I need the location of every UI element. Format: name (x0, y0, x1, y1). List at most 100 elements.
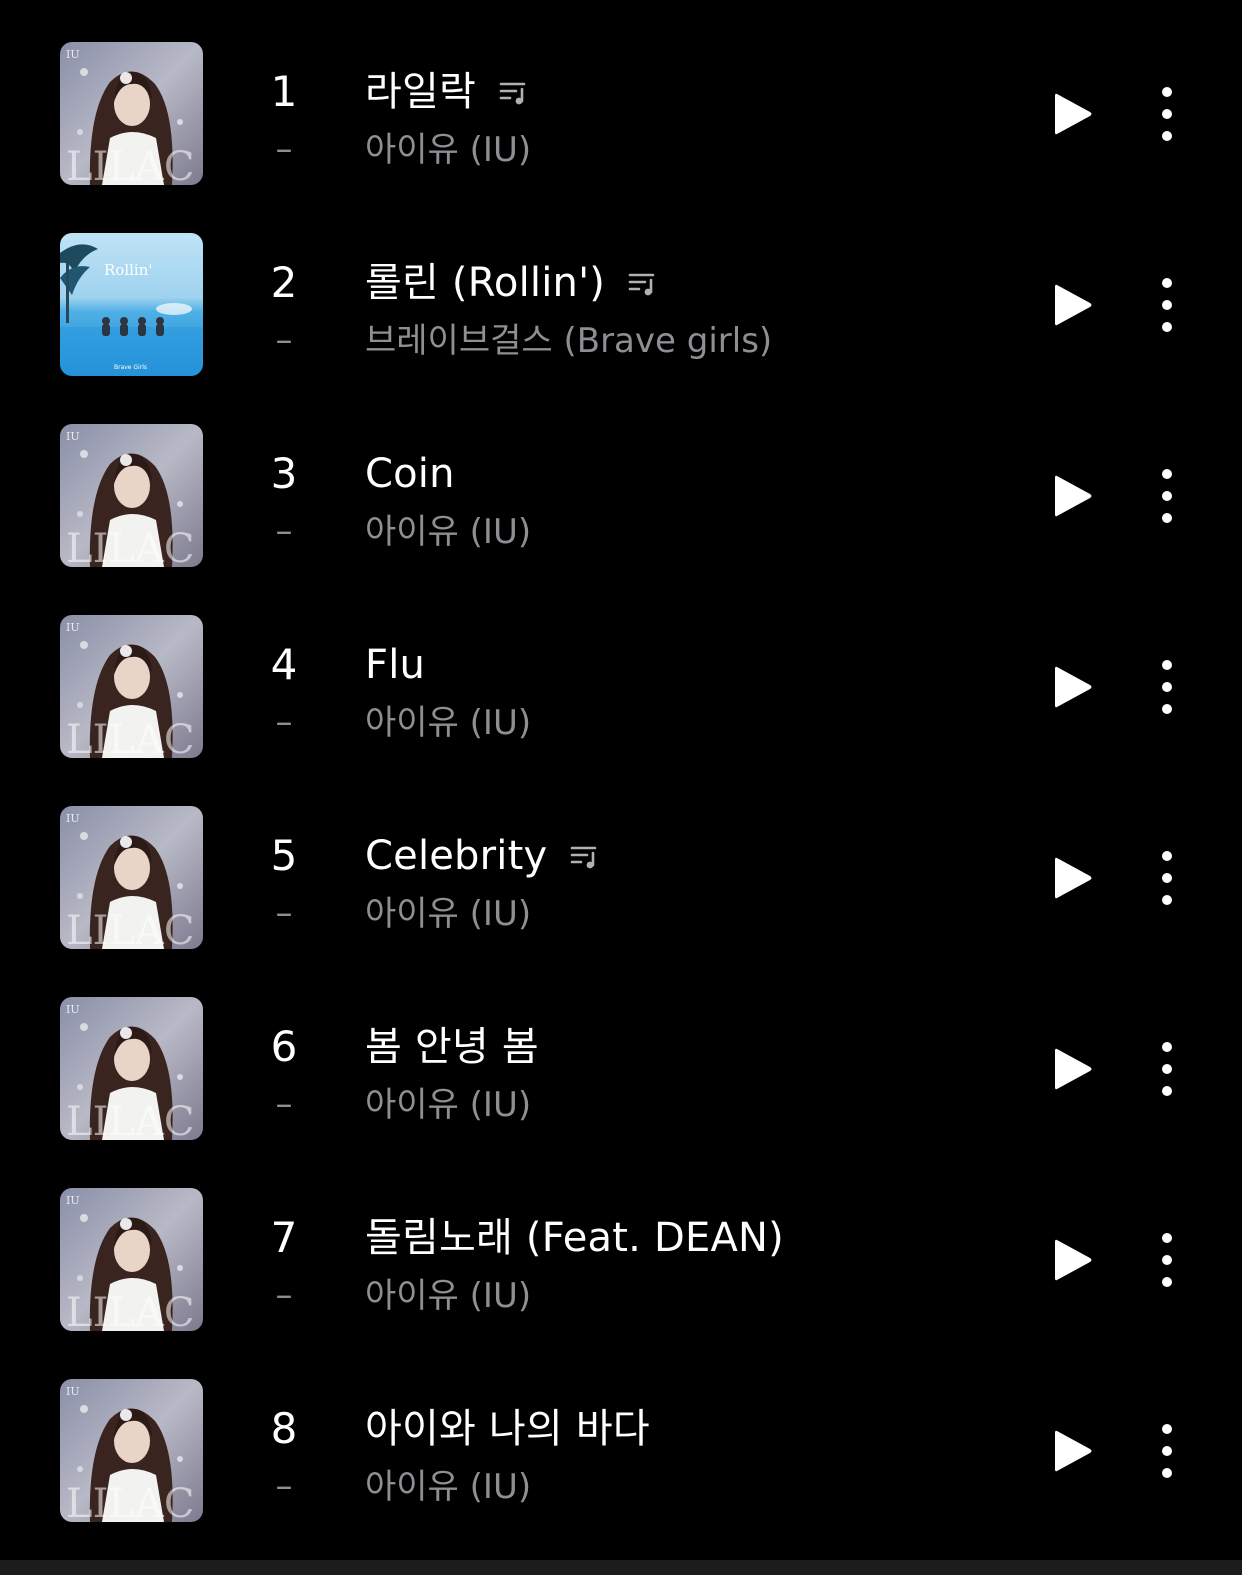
artist-name[interactable]: 아이유 (IU) (365, 892, 531, 936)
play-icon (1055, 1430, 1092, 1472)
play-icon (1055, 475, 1092, 517)
title-line: 라일락 (365, 66, 528, 118)
artist-name[interactable]: 아이유 (IU) (365, 128, 531, 172)
album-art-artist: IU (66, 621, 80, 634)
album-art-artist: IU (66, 1003, 80, 1016)
play-button[interactable] (1048, 472, 1096, 520)
lyrics-icon (627, 268, 657, 298)
artist-name[interactable]: 아이유 (IU) (365, 701, 531, 745)
more-options-button[interactable] (1150, 657, 1184, 717)
album-art-lilac[interactable]: LILAC IU (60, 1379, 203, 1522)
song-title: 라일락 (365, 69, 476, 115)
album-art-title: LILAC (66, 1290, 194, 1331)
song-title: 돌림노래 (Feat. DEAN) (365, 1215, 784, 1261)
rank-number: 2 (270, 258, 298, 307)
song-row[interactable]: LILAC IU 5 – Celebrity 아이유 (IU) (0, 806, 1242, 997)
play-button[interactable] (1048, 854, 1096, 902)
rank-number: 8 (270, 1404, 298, 1453)
song-title: Celebrity (365, 833, 548, 879)
album-art-lilac[interactable]: LILAC IU (60, 997, 203, 1140)
album-art-lilac[interactable]: LILAC IU (60, 42, 203, 185)
more-vertical-icon (1162, 1424, 1172, 1478)
rank-number: 3 (270, 449, 298, 498)
play-button[interactable] (1048, 1427, 1096, 1475)
play-icon (1055, 1048, 1092, 1090)
album-art-title: LILAC (66, 144, 194, 185)
album-art-artist: IU (66, 812, 80, 825)
title-line: 돌림노래 (Feat. DEAN) (365, 1212, 784, 1264)
song-row[interactable]: LILAC IU 7 – 돌림노래 (Feat. DEAN) 아이유 (IU) (0, 1188, 1242, 1379)
song-row[interactable]: Rollin' Brave Girls 2 – 롤린 (Rollin') 브레이브… (0, 233, 1242, 424)
rank-number: 6 (270, 1022, 298, 1071)
play-icon (1055, 666, 1092, 708)
album-art-rollin[interactable]: Rollin' Brave Girls (60, 233, 203, 376)
album-art-title: LILAC (66, 526, 194, 567)
more-vertical-icon (1162, 469, 1172, 523)
song-title: 봄 안녕 봄 (365, 1024, 539, 1070)
rank-change: – (275, 893, 293, 933)
song-row[interactable]: LILAC IU 3 – Coin 아이유 (IU) (0, 424, 1242, 615)
album-art-lilac[interactable]: LILAC IU (60, 424, 203, 567)
more-vertical-icon (1162, 851, 1172, 905)
rank-number: 7 (270, 1213, 298, 1262)
song-row[interactable]: LILAC IU 8 – 아이와 나의 바다 아이유 (IU) (0, 1379, 1242, 1570)
album-art-artist: IU (66, 48, 80, 61)
more-options-button[interactable] (1150, 1421, 1184, 1481)
title-line: Coin (365, 448, 455, 500)
album-art-title: LILAC (66, 717, 194, 758)
rank-change: – (275, 702, 293, 742)
song-row[interactable]: LILAC IU 6 – 봄 안녕 봄 아이유 (IU) (0, 997, 1242, 1188)
title-line: Flu (365, 639, 425, 691)
title-line: Celebrity (365, 830, 599, 882)
artist-name[interactable]: 아이유 (IU) (365, 1083, 531, 1127)
play-icon (1055, 1239, 1092, 1281)
more-vertical-icon (1162, 1233, 1172, 1287)
more-options-button[interactable] (1150, 84, 1184, 144)
artist-name[interactable]: 아이유 (IU) (365, 1465, 531, 1509)
song-title: 아이와 나의 바다 (365, 1406, 650, 1452)
rank-number: 1 (270, 67, 298, 116)
more-options-button[interactable] (1150, 848, 1184, 908)
play-icon (1055, 93, 1092, 135)
play-button[interactable] (1048, 90, 1096, 138)
more-options-button[interactable] (1150, 466, 1184, 526)
more-vertical-icon (1162, 660, 1172, 714)
song-title: 롤린 (Rollin') (365, 260, 606, 306)
rank-change: – (275, 511, 293, 551)
album-art-title: Rollin' (104, 261, 153, 279)
artist-name[interactable]: 아이유 (IU) (365, 510, 531, 554)
title-line: 롤린 (Rollin') (365, 257, 657, 309)
album-art-lilac[interactable]: LILAC IU (60, 1188, 203, 1331)
play-button[interactable] (1048, 663, 1096, 711)
title-line: 봄 안녕 봄 (365, 1021, 539, 1073)
more-options-button[interactable] (1150, 1230, 1184, 1290)
more-options-button[interactable] (1150, 1039, 1184, 1099)
album-art-artist: IU (66, 430, 80, 443)
more-vertical-icon (1162, 87, 1172, 141)
play-icon (1055, 857, 1092, 899)
album-art-lilac[interactable]: LILAC IU (60, 615, 203, 758)
album-art-artist: IU (66, 1194, 80, 1207)
song-row[interactable]: LILAC IU 4 – Flu 아이유 (IU) (0, 615, 1242, 806)
rank-number: 5 (270, 831, 298, 880)
artist-name[interactable]: 브레이브걸스 (Brave girls) (365, 319, 772, 363)
album-art-lilac[interactable]: LILAC IU (60, 806, 203, 949)
rank-change: – (275, 129, 293, 169)
bottom-divider (0, 1560, 1242, 1575)
play-button[interactable] (1048, 1045, 1096, 1093)
more-vertical-icon (1162, 278, 1172, 332)
rank-number: 4 (270, 640, 298, 689)
rank-change: – (275, 1275, 293, 1315)
more-options-button[interactable] (1150, 275, 1184, 335)
album-art-artist: IU (66, 1385, 80, 1398)
play-button[interactable] (1048, 281, 1096, 329)
rank-change: – (275, 1084, 293, 1124)
play-button[interactable] (1048, 1236, 1096, 1284)
play-icon (1055, 284, 1092, 326)
song-chart-list: LILAC IU 1 – 라일락 아이유 (IU) Rollin' Brave Gi… (0, 0, 1242, 1560)
song-title: Coin (365, 451, 455, 497)
artist-name[interactable]: 아이유 (IU) (365, 1274, 531, 1318)
title-line: 아이와 나의 바다 (365, 1403, 650, 1455)
album-art-title: LILAC (66, 908, 194, 949)
song-row[interactable]: LILAC IU 1 – 라일락 아이유 (IU) (0, 42, 1242, 233)
